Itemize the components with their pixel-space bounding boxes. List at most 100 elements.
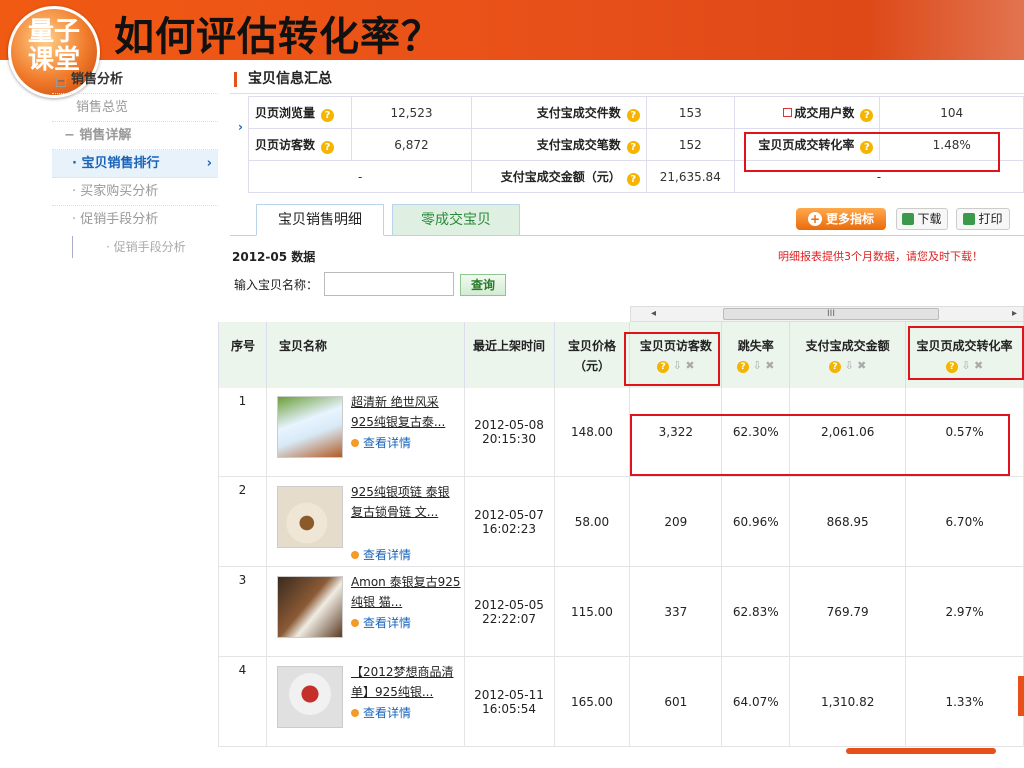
link-label: 查看详情 (362, 547, 411, 562)
sort-icons[interactable]: ? ⇩ ✖ (790, 356, 905, 376)
product-thumbnail[interactable] (276, 396, 343, 458)
bullet-icon: · (106, 240, 114, 254)
product-name-link[interactable]: Amon 泰银复古925纯银 猫... (351, 572, 461, 612)
sidebar-group-label: 销售详解 (79, 128, 132, 143)
help-icon[interactable]: ? (321, 140, 335, 154)
product-thumbnail[interactable] (276, 485, 343, 548)
product-cell: Amon 泰银复古925纯银 猫... 查看详情 (265, 566, 465, 657)
summary-title: 宝贝信息汇总 (230, 66, 1024, 94)
more-metrics-button[interactable]: + 更多指标 (796, 208, 886, 230)
conversion-rate: 2.97% (905, 566, 1024, 657)
row-index: 1 (218, 388, 267, 477)
flag-icon (783, 107, 793, 117)
header-listed[interactable]: 最近上架时间 (463, 322, 555, 388)
scroll-thumb[interactable]: III (723, 308, 939, 320)
bounce-rate: 62.83% (721, 566, 791, 657)
button-label: 打印 (978, 212, 1003, 226)
plus-icon: + (807, 212, 822, 226)
title-accent-bar (234, 72, 237, 87)
product-name-link[interactable]: 超清新 绝世风采925纯银复古泰... (351, 392, 461, 432)
tab-sales-detail[interactable]: 宝贝销售明细 (256, 204, 384, 236)
price: 148.00 (553, 388, 631, 477)
product-name-input[interactable] (324, 272, 454, 296)
header-label: 支付宝成交金额 (805, 339, 890, 353)
sidebar-item-sales-ranking[interactable]: · 宝贝销售排行 › (52, 150, 218, 178)
sort-icons[interactable]: ? ⇩ ✖ (722, 356, 789, 376)
summary-value: 152 (645, 128, 735, 161)
help-icon[interactable]: ? (737, 361, 750, 373)
sidebar-section-sales[interactable]: − 销售分析 (52, 66, 218, 94)
horizontal-scrollbar[interactable]: ◂ III ▸ (630, 306, 1024, 322)
product-thumbnail[interactable] (276, 575, 343, 638)
sidebar: − 销售分析 销售总览 − 销售详解 · 宝贝销售排行 › · 买家购买分析 · … (52, 66, 218, 266)
listed-clock: 22:22:07 (482, 611, 536, 626)
price: 58.00 (553, 476, 631, 567)
sidebar-item-label: 促销手段分析 (113, 240, 186, 254)
help-icon[interactable]: ? (860, 108, 874, 122)
help-icon[interactable]: ? (626, 108, 640, 122)
summary-label: 贝页访客数? (248, 128, 352, 161)
product-cell: 925纯银项链 泰银复古锁骨链 文... 查看详情 (265, 476, 465, 567)
summary-value: 104 (879, 96, 1024, 129)
collapse-dash-icon: − (64, 128, 80, 143)
highlight-box-summary (744, 132, 1000, 172)
header-amount[interactable]: 支付宝成交金额 ? ⇩ ✖ (789, 322, 907, 388)
view-detail-link[interactable]: 查看详情 (350, 434, 411, 451)
table-header-row: 序号 宝贝名称 最近上架时间 宝贝价格（元） 宝贝页访客数? ⇩ ✖ 跳失率? … (218, 322, 1024, 388)
header-name[interactable]: 宝贝名称 (265, 322, 465, 388)
query-button[interactable]: 查询 (460, 274, 506, 296)
sidebar-section-label: 销售分析 (71, 72, 124, 87)
product-name-link[interactable]: 【2012梦想商品清单】925纯银... (351, 662, 461, 702)
sidebar-item-promo[interactable]: · 促销手段分析 (52, 206, 218, 234)
listed-date: 2012-05-11 (474, 687, 544, 702)
summary-title-text: 宝贝信息汇总 (248, 71, 332, 87)
price: 165.00 (553, 656, 631, 747)
help-icon[interactable]: ? (828, 361, 841, 373)
product-cell: 超清新 绝世风采925纯银复古泰... 查看详情 (265, 388, 465, 477)
expand-chevron-icon[interactable]: › (238, 120, 243, 134)
product-cell: 【2012梦想商品清单】925纯银... 查看详情 (265, 656, 465, 747)
label-text: 支付宝成交件数 (536, 105, 621, 120)
header-price[interactable]: 宝贝价格（元） (553, 322, 631, 388)
link-label: 查看详情 (362, 615, 411, 630)
print-button[interactable]: 打印 (956, 208, 1010, 230)
highlight-box-visitors-header (624, 332, 720, 386)
summary-label: 贝页浏览量? (248, 96, 352, 129)
sidebar-item-label: 宝贝销售排行 (81, 156, 160, 171)
summary-label: 支付宝成交件数? (471, 96, 647, 129)
help-icon[interactable]: ? (626, 172, 640, 186)
product-name-link[interactable]: 925纯银项链 泰银复古锁骨链 文... (351, 482, 461, 522)
header-bounce[interactable]: 跳失率 ? ⇩ ✖ (721, 322, 791, 388)
download-notice: 明细报表提供3个月数据，请您及时下载！ (778, 250, 983, 263)
sidebar-group-detail[interactable]: − 销售详解 (52, 122, 218, 150)
listed-time: 2012-05-08 20:15:30 (463, 388, 555, 477)
highlight-box-row1 (630, 414, 1010, 476)
table-row: 2 925纯银项链 泰银复古锁骨链 文... 查看详情 2012-05-07 16:… (218, 476, 1024, 567)
download-button[interactable]: 下载 (896, 208, 948, 230)
listed-time: 2012-05-07 16:02:23 (463, 476, 555, 567)
bounce-rate: 64.07% (721, 656, 791, 747)
tab-zero-sales[interactable]: 零成交宝贝 (392, 204, 520, 236)
summary-value: 21,635.84 (645, 160, 735, 193)
listed-time: 2012-05-05 22:22:07 (463, 566, 555, 657)
tree-line (72, 236, 73, 258)
sidebar-item-overview[interactable]: 销售总览 (52, 94, 218, 122)
bounce-rate: 60.96% (721, 476, 791, 567)
button-label: 更多指标 (825, 212, 874, 226)
scroll-left-icon[interactable]: ◂ (651, 307, 656, 321)
visitors: 601 (629, 656, 723, 747)
listed-clock: 16:02:23 (482, 521, 536, 536)
header-idx: 序号 (218, 322, 267, 388)
view-detail-link[interactable]: 查看详情 (350, 546, 411, 563)
collapse-icon[interactable]: − (56, 77, 66, 87)
scroll-right-icon[interactable]: ▸ (1012, 307, 1017, 321)
sidebar-item-promo-sub[interactable]: · 促销手段分析 (106, 238, 186, 255)
sidebar-item-label: 促销手段分析 (80, 212, 159, 227)
help-icon[interactable]: ? (626, 140, 640, 154)
product-thumbnail[interactable] (276, 665, 343, 728)
view-detail-link[interactable]: 查看详情 (350, 614, 411, 631)
help-icon[interactable]: ? (321, 108, 335, 122)
table-row: 3 Amon 泰银复古925纯银 猫... 查看详情 2012-05-05 22:2… (218, 566, 1024, 657)
view-detail-link[interactable]: 查看详情 (350, 704, 411, 721)
sidebar-item-buyer[interactable]: · 买家购买分析 (52, 178, 218, 206)
